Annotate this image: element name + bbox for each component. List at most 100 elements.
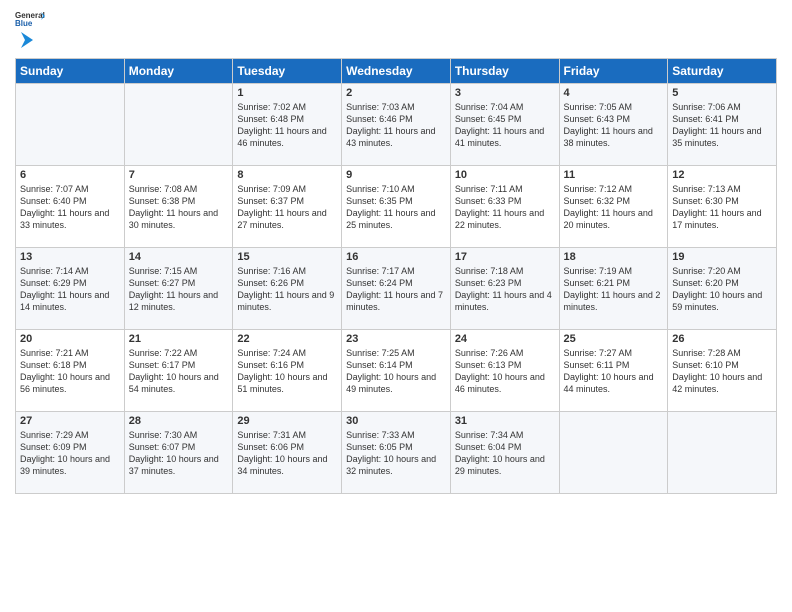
cell-content: Sunrise: 7:26 AM Sunset: 6:13 PM Dayligh… [455,347,555,396]
day-number: 30 [346,415,446,427]
day-number: 22 [237,333,337,345]
cell-content: Sunrise: 7:17 AM Sunset: 6:24 PM Dayligh… [346,265,446,314]
calendar-table: SundayMondayTuesdayWednesdayThursdayFrid… [15,58,777,494]
calendar-cell: 26Sunrise: 7:28 AM Sunset: 6:10 PM Dayli… [668,330,777,412]
cell-content: Sunrise: 7:10 AM Sunset: 6:35 PM Dayligh… [346,183,446,232]
cell-content: Sunrise: 7:29 AM Sunset: 6:09 PM Dayligh… [20,429,120,478]
calendar-cell: 29 Sunrise: 7:31 AM Sunset: 6:06 PM Dayli… [233,412,342,494]
column-header-thursday: Thursday [450,59,559,84]
cell-content: Sunrise: 7:20 AM Sunset: 6:20 PM Dayligh… [672,265,772,314]
cell-content: Sunrise: 7:05 AM Sunset: 6:43 PM Dayligh… [564,101,664,150]
calendar-cell: 11 Sunrise: 7:12 AM Sunset: 6:32 PM Dayli… [559,166,668,248]
calendar-cell: 28Sunrise: 7:30 AM Sunset: 6:07 PM Dayli… [124,412,233,494]
calendar-cell: 14 Sunrise: 7:15 AM Sunset: 6:27 PM Dayli… [124,248,233,330]
column-header-tuesday: Tuesday [233,59,342,84]
week-row-4: 20 Sunrise: 7:21 AM Sunset: 6:18 PM Dayli… [16,330,777,412]
calendar-cell: 17 Sunrise: 7:18 AM Sunset: 6:23 PM Dayli… [450,248,559,330]
calendar-cell: 18Sunrise: 7:19 AM Sunset: 6:21 PM Dayli… [559,248,668,330]
calendar-page: General Blue SundayMondayTuesdayWednesda… [0,0,792,504]
day-number: 7 [129,169,229,181]
logo-arrow-icon [17,30,37,50]
calendar-cell: 2 Sunrise: 7:03 AM Sunset: 6:46 PM Daylig… [342,84,451,166]
day-number: 29 [237,415,337,427]
calendar-cell [16,84,125,166]
day-number: 16 [346,251,446,263]
cell-content: Sunrise: 7:09 AM Sunset: 6:37 PM Dayligh… [237,183,337,232]
cell-content: Sunrise: 7:31 AM Sunset: 6:06 PM Dayligh… [237,429,337,478]
calendar-cell: 23 Sunrise: 7:25 AM Sunset: 6:14 PM Dayli… [342,330,451,412]
day-number: 5 [672,87,772,99]
calendar-cell: 7 Sunrise: 7:08 AM Sunset: 6:38 PM Daylig… [124,166,233,248]
day-number: 25 [564,333,664,345]
cell-content: Sunrise: 7:02 AM Sunset: 6:48 PM Dayligh… [237,101,337,150]
calendar-cell: 30 Sunrise: 7:33 AM Sunset: 6:05 PM Dayli… [342,412,451,494]
day-number: 28 [129,415,229,427]
day-number: 15 [237,251,337,263]
week-row-2: 6 Sunrise: 7:07 AM Sunset: 6:40 PM Daylig… [16,166,777,248]
day-number: 4 [564,87,664,99]
calendar-cell: 8 Sunrise: 7:09 AM Sunset: 6:37 PM Daylig… [233,166,342,248]
calendar-header-row: SundayMondayTuesdayWednesdayThursdayFrid… [16,59,777,84]
logo: General Blue [15,10,45,50]
day-number: 11 [564,169,664,181]
cell-content: Sunrise: 7:15 AM Sunset: 6:27 PM Dayligh… [129,265,229,314]
calendar-cell: 9 Sunrise: 7:10 AM Sunset: 6:35 PM Daylig… [342,166,451,248]
day-number: 12 [672,169,772,181]
day-number: 17 [455,251,555,263]
calendar-cell: 13 Sunrise: 7:14 AM Sunset: 6:29 PM Dayli… [16,248,125,330]
calendar-cell [124,84,233,166]
week-row-5: 27 Sunrise: 7:29 AM Sunset: 6:09 PM Dayli… [16,412,777,494]
header-area: General Blue [15,10,777,50]
cell-content: Sunrise: 7:33 AM Sunset: 6:05 PM Dayligh… [346,429,446,478]
day-number: 21 [129,333,229,345]
svg-text:Blue: Blue [15,19,33,28]
cell-content: Sunrise: 7:03 AM Sunset: 6:46 PM Dayligh… [346,101,446,150]
day-number: 8 [237,169,337,181]
day-number: 9 [346,169,446,181]
cell-content: Sunrise: 7:07 AM Sunset: 6:40 PM Dayligh… [20,183,120,232]
calendar-cell: 16 Sunrise: 7:17 AM Sunset: 6:24 PM Dayli… [342,248,451,330]
column-header-monday: Monday [124,59,233,84]
cell-content: Sunrise: 7:08 AM Sunset: 6:38 PM Dayligh… [129,183,229,232]
cell-content: Sunrise: 7:11 AM Sunset: 6:33 PM Dayligh… [455,183,555,232]
calendar-cell: 25Sunrise: 7:27 AM Sunset: 6:11 PM Dayli… [559,330,668,412]
week-row-1: 1 Sunrise: 7:02 AM Sunset: 6:48 PM Daylig… [16,84,777,166]
cell-content: Sunrise: 7:21 AM Sunset: 6:18 PM Dayligh… [20,347,120,396]
calendar-cell [559,412,668,494]
calendar-cell: 20 Sunrise: 7:21 AM Sunset: 6:18 PM Dayli… [16,330,125,412]
day-number: 13 [20,251,120,263]
day-number: 1 [237,87,337,99]
calendar-cell: 27 Sunrise: 7:29 AM Sunset: 6:09 PM Dayli… [16,412,125,494]
day-number: 20 [20,333,120,345]
day-number: 19 [672,251,772,263]
day-number: 23 [346,333,446,345]
day-number: 24 [455,333,555,345]
calendar-cell: 4 Sunrise: 7:05 AM Sunset: 6:43 PM Daylig… [559,84,668,166]
day-number: 6 [20,169,120,181]
calendar-cell: 21Sunrise: 7:22 AM Sunset: 6:17 PM Dayli… [124,330,233,412]
calendar-cell: 5 Sunrise: 7:06 AM Sunset: 6:41 PM Daylig… [668,84,777,166]
cell-content: Sunrise: 7:25 AM Sunset: 6:14 PM Dayligh… [346,347,446,396]
calendar-cell: 22 Sunrise: 7:24 AM Sunset: 6:16 PM Dayli… [233,330,342,412]
cell-content: Sunrise: 7:04 AM Sunset: 6:45 PM Dayligh… [455,101,555,150]
cell-content: Sunrise: 7:24 AM Sunset: 6:16 PM Dayligh… [237,347,337,396]
day-number: 14 [129,251,229,263]
cell-content: Sunrise: 7:14 AM Sunset: 6:29 PM Dayligh… [20,265,120,314]
day-number: 10 [455,169,555,181]
day-number: 2 [346,87,446,99]
cell-content: Sunrise: 7:18 AM Sunset: 6:23 PM Dayligh… [455,265,555,314]
cell-content: Sunrise: 7:19 AM Sunset: 6:21 PM Dayligh… [564,265,664,314]
day-number: 27 [20,415,120,427]
week-row-3: 13 Sunrise: 7:14 AM Sunset: 6:29 PM Dayli… [16,248,777,330]
column-header-saturday: Saturday [668,59,777,84]
calendar-cell: 19 Sunrise: 7:20 AM Sunset: 6:20 PM Dayli… [668,248,777,330]
column-header-sunday: Sunday [16,59,125,84]
calendar-cell: 31Sunrise: 7:34 AM Sunset: 6:04 PM Dayli… [450,412,559,494]
day-number: 31 [455,415,555,427]
cell-content: Sunrise: 7:12 AM Sunset: 6:32 PM Dayligh… [564,183,664,232]
cell-content: Sunrise: 7:06 AM Sunset: 6:41 PM Dayligh… [672,101,772,150]
calendar-cell: 3Sunrise: 7:04 AM Sunset: 6:45 PM Daylig… [450,84,559,166]
cell-content: Sunrise: 7:28 AM Sunset: 6:10 PM Dayligh… [672,347,772,396]
calendar-cell: 24 Sunrise: 7:26 AM Sunset: 6:13 PM Dayli… [450,330,559,412]
calendar-cell: 15Sunrise: 7:16 AM Sunset: 6:26 PM Dayli… [233,248,342,330]
